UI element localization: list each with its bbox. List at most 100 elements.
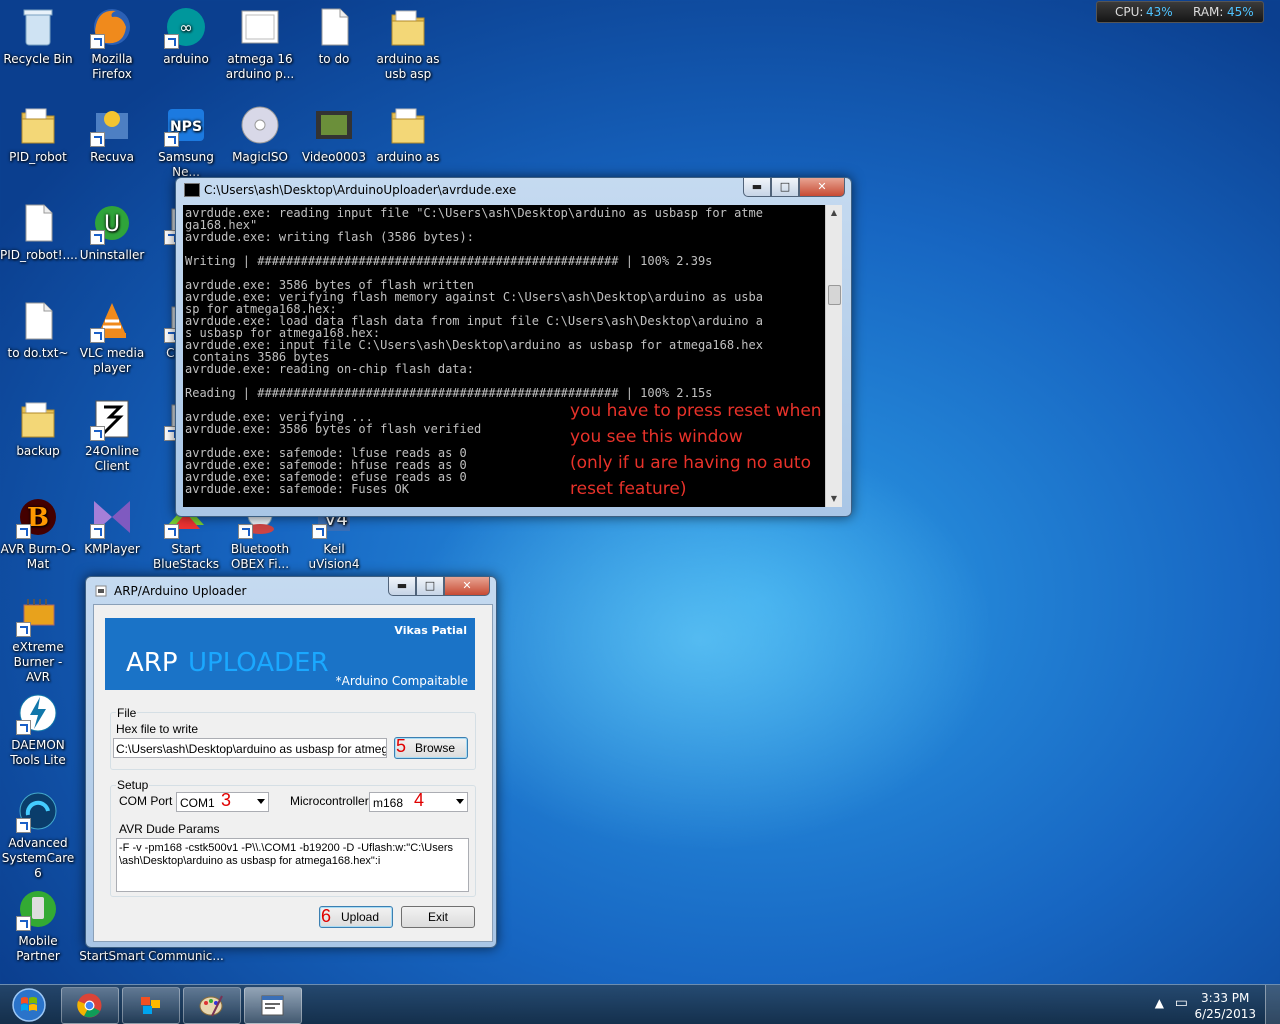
taskbar: ▲ ▭ 3:33 PM 6/25/2013 (0, 984, 1280, 1024)
cpu-label: CPU: (1115, 5, 1144, 19)
browse-label: Browse (414, 741, 455, 755)
com-port-value: COM1 (180, 796, 215, 810)
desktop-icon[interactable]: PID_robot (0, 103, 76, 165)
shortcut-arrow-icon (90, 34, 105, 49)
desktop-icon[interactable]: 24Online Client (74, 397, 150, 474)
close-button[interactable]: ✕ (444, 577, 490, 596)
scroll-thumb[interactable] (828, 285, 841, 305)
desktop-icon[interactable]: PID_robot!.... (0, 201, 78, 263)
scroll-down-arrow[interactable]: ▼ (826, 491, 842, 507)
desktop-icon[interactable]: backup (0, 397, 76, 459)
desktop-icon[interactable]: KMPlayer (74, 495, 150, 557)
maximize-button[interactable]: □ (416, 577, 444, 596)
desktop-icon-label: DAEMON Tools Lite (10, 738, 66, 767)
scroll-up-arrow[interactable]: ▲ (826, 205, 842, 221)
console-scrollbar[interactable]: ▲ ▼ (825, 205, 842, 507)
paint-palette-icon (199, 995, 223, 1017)
annotation-line: you have to press reset when (570, 401, 822, 421)
close-button[interactable]: ✕ (799, 178, 845, 197)
desktop-icon-label: Mozilla Firefox (91, 52, 133, 81)
uninst-icon: U (90, 201, 134, 245)
chrome-icon (77, 993, 102, 1018)
cpu-value: 43% (1146, 5, 1173, 19)
uploader-window-title: ARP/Arduino Uploader (114, 584, 247, 598)
banner-title-uploader: UPLOADER (188, 648, 329, 678)
upload-label: Upload (340, 910, 380, 924)
desktop-icon[interactable]: eXtreme Burner - AVR (0, 593, 76, 685)
desktop-icon-label: Recycle Bin (3, 52, 73, 66)
desktop-icon-label: Keil uVision4 (308, 542, 360, 571)
clock-time: 3:33 PM (1201, 991, 1250, 1005)
desktop-icon-label: to do.txt~ (7, 346, 69, 360)
exit-button[interactable]: Exit (401, 906, 475, 928)
taskbar-window-manager[interactable] (122, 987, 180, 1024)
desktop-icon-label: VLC media player (79, 346, 145, 375)
avr-dude-params-textarea[interactable]: -F -v -pm168 -cstk500v1 -P\\.\COM1 -b192… (116, 838, 469, 892)
maximize-button[interactable]: □ (771, 178, 799, 197)
desktop-icon[interactable]: to do.txt~ (0, 299, 76, 361)
minimize-button[interactable]: ▬ (743, 178, 771, 197)
folder-icon (16, 397, 60, 441)
page-icon (16, 201, 60, 245)
desktop-icon[interactable]: to do (296, 5, 372, 67)
desktop-icon[interactable]: arduino as (370, 103, 446, 165)
desktop-icon-label: Start BlueStacks (152, 542, 220, 571)
page-icon (312, 5, 356, 49)
shortcut-arrow-icon (164, 132, 179, 147)
console-window-controls: ▬ □ ✕ (743, 178, 845, 197)
desktop-icon[interactable]: Mobile Partner (0, 887, 76, 964)
desktop-icon[interactable]: DAEMON Tools Lite (0, 691, 76, 768)
desktop-icon[interactable]: atmega 16 arduino p... (222, 5, 298, 82)
app-icon (90, 397, 134, 441)
desktop-icon-label: arduino (163, 52, 209, 66)
taskbar-clock[interactable]: 3:33 PM 6/25/2013 (1194, 990, 1256, 1022)
desktop-icon[interactable]: ∞ arduino (148, 5, 224, 67)
taskbar-uploader[interactable] (244, 987, 302, 1024)
minimize-button[interactable]: ▬ (388, 577, 416, 596)
ram-label: RAM: (1193, 5, 1224, 19)
shortcut-arrow-icon (90, 328, 105, 343)
chip-icon (16, 593, 60, 637)
console-line: avrdude.exe: reading input file "C:\User… (185, 206, 763, 220)
setup-group-label: Setup (116, 778, 150, 792)
desktop-icon[interactable]: Advanced SystemCare 6 (0, 789, 76, 881)
start-button[interactable] (4, 986, 52, 1024)
show-desktop-button[interactable] (1265, 985, 1280, 1024)
banner-author: Vikas Patial (394, 624, 467, 637)
uploader-app-icon (95, 585, 107, 597)
hex-file-label: Hex file to write (116, 722, 199, 736)
desktop-icon-label: eXtreme Burner - AVR (12, 640, 64, 684)
desktop-icon[interactable]: NPS Samsung Ne... (148, 103, 224, 180)
desktop-icon[interactable]: Recycle Bin (0, 5, 76, 67)
shortcut-arrow-icon (16, 524, 31, 539)
desktop-icon[interactable]: MagicISO (222, 103, 298, 165)
desktop-icon[interactable]: Recuva (74, 103, 150, 165)
desktop-icon-label: 24Online Client (85, 444, 139, 473)
taskbar-paint[interactable] (183, 987, 241, 1024)
hex-file-input[interactable]: C:\Users\ash\Desktop\arduino as usbasp f… (113, 738, 387, 758)
desktop-icon-label: KMPlayer (84, 542, 140, 556)
desktop-icon-label: Samsung Ne... (158, 150, 214, 179)
clock-date: 6/25/2013 (1194, 1007, 1256, 1021)
desktop-icon[interactable]: Mozilla Firefox (74, 5, 150, 82)
km-icon (90, 495, 134, 539)
desktop-icon[interactable]: U Uninstaller (74, 201, 150, 263)
microcontroller-label: Microcontroller (290, 794, 369, 808)
desktop-icon[interactable]: Video0003 (296, 103, 372, 165)
desktop-icon[interactable]: VLC media player (74, 299, 150, 376)
shortcut-arrow-icon (16, 818, 31, 833)
vlc-icon (90, 299, 134, 343)
desktop-icon-label: Bluetooth OBEX Fi... (230, 542, 290, 571)
show-hidden-icons-arrow[interactable]: ▲ (1155, 996, 1164, 1010)
console-line: avrdude.exe: 3586 bytes of flash verifie… (185, 422, 482, 436)
desktop-icon[interactable]: arduino as usb asp (370, 5, 446, 82)
shortcut-arrow-icon (90, 426, 105, 441)
console-line: avrdude.exe: reading on-chip flash data: (185, 362, 474, 376)
network-icon[interactable]: ▭ (1175, 995, 1188, 1011)
desktop-icon-label: atmega 16 arduino p... (225, 52, 295, 81)
taskbar-chrome[interactable] (61, 987, 119, 1024)
desktop-icon[interactable]: B AVR Burn-O-Mat (0, 495, 76, 572)
recuva-icon (90, 103, 134, 147)
doc-icon (238, 5, 282, 49)
bin-icon (16, 5, 60, 49)
